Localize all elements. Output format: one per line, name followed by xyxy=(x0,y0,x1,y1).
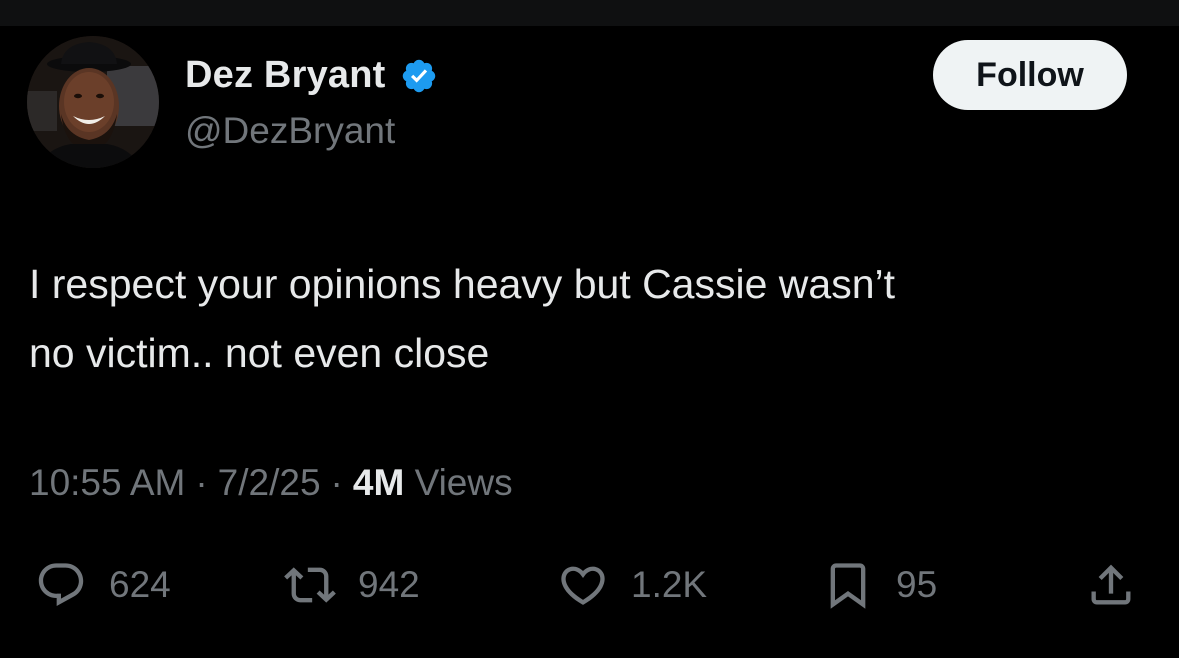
avatar[interactable] xyxy=(27,36,159,168)
like-button[interactable]: 1.2K xyxy=(557,553,707,617)
avatar-image xyxy=(27,36,159,168)
bookmark-count: 95 xyxy=(896,564,938,605)
repost-count: 942 xyxy=(358,564,420,605)
share-button[interactable] xyxy=(1085,553,1137,617)
author-display-name[interactable]: Dez Bryant xyxy=(185,54,386,97)
action-bar: 624 942 1.2K 95 xyxy=(0,553,1179,617)
bookmark-button[interactable]: 95 xyxy=(822,553,937,617)
tweet: Dez Bryant @DezBryant Follow I respect y… xyxy=(0,26,1179,658)
top-bar xyxy=(0,0,1179,26)
tweet-time[interactable]: 10:55 AM xyxy=(29,462,185,504)
reply-icon xyxy=(38,563,84,607)
tweet-text-line: no victim.. not even close xyxy=(29,330,490,376)
tweet-meta: 10:55 AM · 7/2/25 · 4M Views xyxy=(29,462,513,504)
reply-button[interactable]: 624 xyxy=(35,553,171,617)
tweet-date[interactable]: 7/2/25 xyxy=(218,462,321,504)
repost-icon xyxy=(284,567,336,603)
tweet-text: I respect your opinions heavy but Cassie… xyxy=(29,250,1149,388)
reply-count: 624 xyxy=(109,564,171,605)
follow-button[interactable]: Follow xyxy=(933,40,1127,110)
tweet-text-line: I respect your opinions heavy but Cassie… xyxy=(29,261,896,307)
share-icon xyxy=(1091,564,1131,605)
verified-badge-icon[interactable] xyxy=(400,57,438,95)
repost-button[interactable]: 942 xyxy=(284,553,420,617)
views-label: Views xyxy=(414,462,513,503)
author-handle[interactable]: @DezBryant xyxy=(185,110,395,152)
author-name-row: Dez Bryant xyxy=(185,54,438,97)
meta-separator: · xyxy=(330,462,343,503)
views-count: 4M xyxy=(352,462,405,503)
meta-separator: · xyxy=(195,462,208,503)
heart-icon xyxy=(561,566,605,605)
like-count: 1.2K xyxy=(631,564,708,605)
views-stat[interactable]: 4M Views xyxy=(353,462,513,504)
bookmark-icon xyxy=(830,563,866,609)
